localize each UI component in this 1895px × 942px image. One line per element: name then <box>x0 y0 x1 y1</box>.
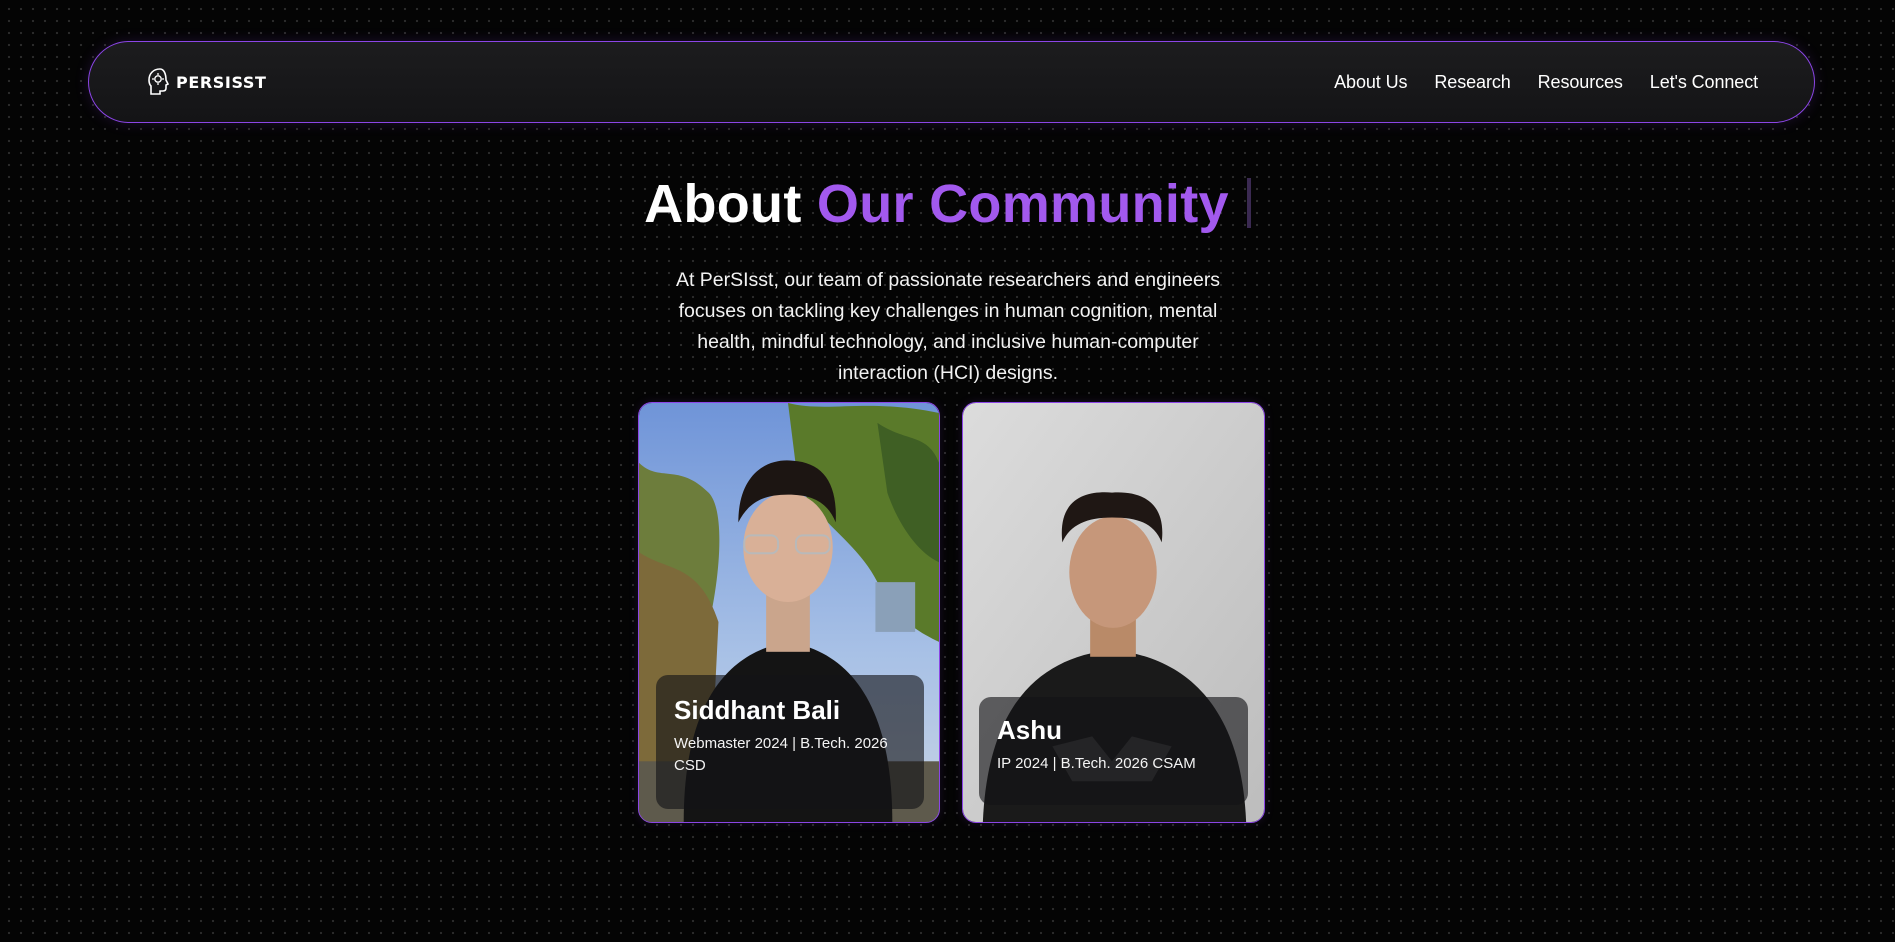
brand-name: PERSISST <box>176 72 267 92</box>
brand-link[interactable]: PERSISST <box>146 67 267 97</box>
member-role: IP 2024 | B.Tech. 2026 CSAM <box>997 755 1196 772</box>
page-description: At PerSIsst, our team of passionate rese… <box>675 269 1221 384</box>
member-card-ashu[interactable]: Ashu IP 2024 | B.Tech. 2026 CSAM <box>962 402 1265 823</box>
member-card-siddhant[interactable]: Siddhant Bali Webmaster 2024 | B.Tech. 2… <box>638 402 940 823</box>
nav-link-research[interactable]: Research <box>1434 72 1510 93</box>
member-name: Siddhant Bali <box>674 695 841 725</box>
member-info: Siddhant Bali Webmaster 2024 | B.Tech. 2… <box>656 675 924 809</box>
nav-link-lets-connect[interactable]: Let's Connect <box>1650 72 1758 93</box>
nav-link-resources[interactable]: Resources <box>1538 72 1623 93</box>
navbar: PERSISST About Us Research Resources Let… <box>88 41 1815 123</box>
nav-links: About Us Research Resources Let's Connec… <box>1334 72 1758 93</box>
member-name: Ashu <box>997 715 1062 745</box>
title-plain: About <box>644 174 802 234</box>
head-profile-icon <box>148 68 170 95</box>
member-info: Ashu IP 2024 | B.Tech. 2026 CSAM <box>979 697 1248 805</box>
page-title: About Our Community <box>0 172 1895 236</box>
nav-link-about-us[interactable]: About Us <box>1334 72 1407 93</box>
member-role: Webmaster 2024 | B.Tech. 2026 CSD <box>674 735 888 774</box>
title-accent: Our Community <box>816 174 1229 234</box>
typing-caret <box>1246 178 1251 228</box>
